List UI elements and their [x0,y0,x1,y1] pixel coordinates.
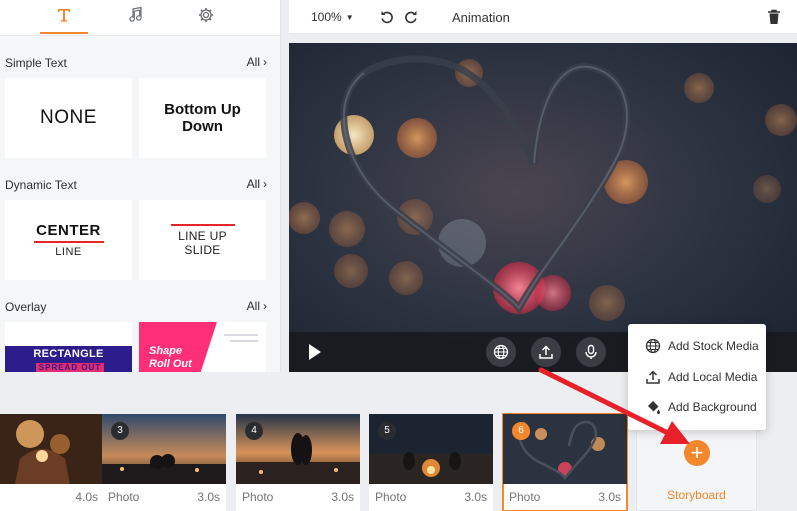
menu-item-add-background[interactable]: Add Background [628,394,766,420]
trash-icon[interactable] [765,8,783,26]
clip-number-badge: 5 [378,422,396,440]
card-label: Bottom Up Down [164,101,241,135]
play-icon[interactable] [309,344,321,360]
section-dynamic-text: Dynamic Text All › [5,176,267,194]
section-overlay: Overlay All › [5,298,267,316]
decor-line [224,334,258,336]
card-sublabel: LINE [55,246,82,258]
decor-line [230,340,258,342]
card-label: Shape [149,345,183,357]
red-divider [33,241,104,243]
storyboard-label: Storyboard [667,488,726,502]
clip-type: Photo [375,490,407,504]
zoom-value: 100% [311,10,342,24]
microphone-icon[interactable] [576,337,606,367]
timeline-clip[interactable]: 4 Photo 3.0s [236,414,360,511]
text-card-center-line[interactable]: CENTER LINE [5,200,132,280]
zoom-dropdown[interactable]: 100% ▼ [311,10,354,24]
text-card-none[interactable]: NONE [5,78,132,158]
redo-icon[interactable] [402,8,420,26]
clip-duration: 3.0s [197,490,220,504]
chevron-right-icon: › [263,55,267,69]
section-simple-text: Simple Text All › [5,54,267,72]
clip-duration: 3.0s [464,490,487,504]
text-tab-icon [55,6,73,29]
see-all-label: All [246,299,260,313]
card-label: CENTER [36,222,101,239]
line-up-preview: LINE UP SLIDE [170,223,235,257]
clip-duration: 3.0s [331,490,354,504]
active-tab-indicator [40,32,88,34]
clip-thumbnail [0,414,104,484]
timeline-clip[interactable]: o 4.0s [0,414,104,511]
text-panel: Simple Text All › NONE Bottom Up Down Dyn… [0,0,281,372]
add-media-button[interactable]: + [684,440,710,466]
menu-item-add-stock-media[interactable]: Add Stock Media [628,333,766,359]
section-title: Dynamic Text [5,178,77,192]
see-all-link[interactable]: All › [247,299,267,313]
overlay-card-rectangle[interactable]: RECTANGLE SPREAD OUT [5,322,132,372]
globe-icon [644,337,662,355]
clip-duration: 4.0s [75,490,98,504]
section-title: Simple Text [5,56,67,70]
tab-settings[interactable] [175,0,237,35]
card-label: NONE [40,107,97,128]
plus-icon: + [690,440,704,465]
editor-window: Simple Text All › NONE Bottom Up Down Dyn… [0,0,797,511]
add-media-menu: Add Stock Media Add Local Media Add Back… [628,324,766,430]
video-preview[interactable]: s [289,43,797,372]
timeline-clip[interactable]: 3 Photo 3.0s [102,414,226,511]
upload-icon [644,368,662,386]
menu-item-add-local-media[interactable]: Add Local Media [628,364,766,390]
card-sublabel: Roll Out [149,358,192,370]
top-toolbar: 100% ▼ Animation [289,0,797,34]
text-card-bottom-up[interactable]: Bottom Up Down [139,78,266,158]
timeline-clip-selected[interactable]: 6 Photo 3.0s [502,413,628,511]
card-label: RECTANGLE [33,348,104,360]
gear-icon [197,6,215,29]
music-note-icon [126,6,144,29]
card-label: LINE UP [178,228,227,243]
upload-icon[interactable] [531,337,561,367]
overlay-card-shape[interactable]: Shape Roll Out [139,322,266,372]
clip-type: Photo [242,490,274,504]
section-title: Overlay [5,300,47,314]
panel-tabs [0,0,280,36]
clip-number-badge: 4 [245,422,263,440]
see-all-link[interactable]: All › [247,177,267,191]
card-sublabel: SLIDE [184,242,221,257]
timeline-clip[interactable]: 5 Photo 3.0s [369,414,493,511]
see-all-link[interactable]: All › [247,55,267,69]
globe-icon[interactable] [486,337,516,367]
clip-type: Photo [509,490,541,504]
menu-item-label: Add Local Media [668,370,758,384]
preview-image [289,43,797,372]
see-all-label: All [246,177,260,191]
center-line-preview: CENTER LINE [33,222,104,258]
clip-type: Photo [108,490,140,504]
clip-number-badge: 3 [111,422,129,440]
tab-music[interactable] [104,0,166,35]
text-card-line-up[interactable]: LINE UP SLIDE [139,200,266,280]
red-divider [170,223,235,226]
shape-text: Shape Roll Out [149,345,192,371]
caret-down-icon: ▼ [345,12,354,22]
clip-number-badge: 6 [512,422,530,440]
undo-icon[interactable] [378,8,396,26]
chevron-right-icon: › [263,177,267,191]
paint-bucket-icon [644,398,662,416]
menu-item-label: Add Background [668,400,757,414]
chevron-right-icon: › [263,299,267,313]
menu-item-label: Add Stock Media [668,339,759,353]
card-sublabel: SPREAD OUT [36,363,104,372]
see-all-label: All [246,55,260,69]
animation-label[interactable]: Animation [452,10,510,25]
tab-text[interactable] [33,0,95,35]
clip-duration: 3.0s [598,490,621,504]
